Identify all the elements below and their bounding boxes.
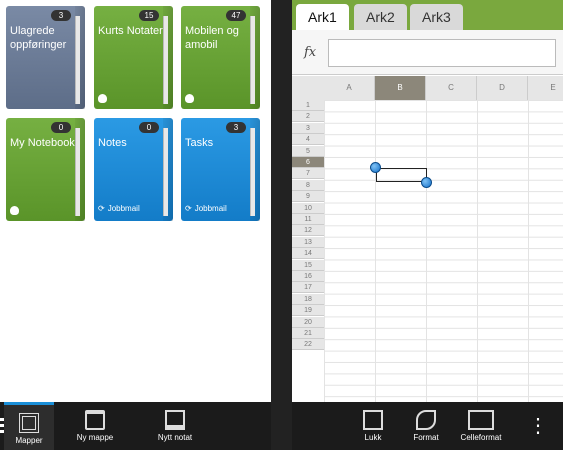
celleformat-button[interactable]: Celleformat [456, 402, 506, 450]
mapper-button[interactable]: Mapper [4, 402, 54, 450]
spreadsheet-screen: Ark1 Ark2 Ark3 fx A B C D E 1 2 3 4 5 6 7 8 9 10 1… [292, 0, 563, 450]
lukk-button[interactable]: Lukk [354, 402, 392, 450]
tab-ark2[interactable]: Ark2 [354, 4, 407, 30]
sync-icon: ⟳ [185, 204, 192, 213]
notes-app-screen: 3 Ulagrede oppføringer 15 Kurts Notater … [0, 0, 271, 450]
cell-format-icon [468, 410, 494, 430]
folder-tasks[interactable]: 3 Tasks ⟳ Jobbmail [181, 118, 260, 221]
row-header[interactable]: 1 [292, 100, 324, 111]
evernote-icon [98, 94, 107, 103]
row-header[interactable]: 12 [292, 225, 324, 237]
folder-my-notebook[interactable]: 0 My Notebook [6, 118, 85, 221]
folder-name: Kurts Notater [98, 25, 163, 37]
new-note-icon [165, 410, 185, 430]
row-header[interactable]: 16 [292, 271, 324, 282]
selection-handle-start[interactable] [370, 162, 381, 173]
folder-kurts-notater[interactable]: 15 Kurts Notater [94, 6, 173, 109]
fx-label: fx [304, 45, 317, 60]
notes-action-bar: Mapper Ny mappe Nytt notat [0, 402, 271, 450]
col-header-c[interactable]: C [426, 76, 477, 100]
format-button[interactable]: Format [407, 402, 445, 450]
folder-name: Ulagrede oppføringer [10, 25, 67, 51]
folder-name: Mobilen og amobil [185, 25, 239, 51]
ny-mappe-button[interactable]: Ny mappe [70, 402, 120, 450]
row-header[interactable]: 5 [292, 145, 324, 157]
cell-area[interactable] [324, 100, 563, 402]
folder-notes[interactable]: 0 Notes ⟳ Jobbmail [94, 118, 173, 221]
row-header[interactable]: 7 [292, 168, 324, 180]
count-badge: 3 [226, 122, 246, 133]
corner-cell [292, 76, 324, 100]
col-header-e[interactable]: E [528, 76, 563, 100]
row-header[interactable]: 8 [292, 179, 324, 191]
evernote-icon [185, 94, 194, 103]
row-header[interactable]: 11 [292, 214, 324, 225]
col-header-b[interactable]: B [375, 76, 426, 100]
count-badge: 15 [139, 10, 159, 21]
row-header[interactable]: 19 [292, 305, 324, 317]
row-header[interactable]: 10 [292, 202, 324, 214]
row-header[interactable]: 3 [292, 122, 324, 134]
close-document-icon [363, 410, 383, 430]
count-badge: 3 [51, 10, 71, 21]
evernote-icon [10, 206, 19, 215]
nytt-notat-button[interactable]: Nytt notat [150, 402, 200, 450]
row-header[interactable]: 22 [292, 339, 324, 351]
more-menu-icon[interactable]: ⋮ [528, 402, 548, 450]
formula-bar: fx [292, 30, 563, 75]
pen-icon [416, 410, 436, 430]
spreadsheet-action-bar: Lukk Format Celleformat ⋮ [292, 402, 563, 450]
count-badge: 47 [226, 10, 246, 21]
new-folder-icon [85, 410, 105, 430]
tab-ark3[interactable]: Ark3 [410, 4, 463, 30]
formula-input[interactable] [328, 39, 556, 67]
row-header[interactable]: 18 [292, 293, 324, 305]
sheet-tabs: Ark1 Ark2 Ark3 [292, 0, 563, 30]
row-header[interactable]: 2 [292, 111, 324, 123]
row-header[interactable]: 21 [292, 328, 324, 339]
row-header[interactable]: 15 [292, 259, 324, 271]
row-header[interactable]: 4 [292, 134, 324, 146]
row-header[interactable]: 6 [292, 157, 324, 168]
row-header[interactable]: 17 [292, 282, 324, 294]
row-header[interactable]: 13 [292, 236, 324, 248]
folder-name: Notes [98, 137, 127, 149]
selected-cell[interactable] [376, 168, 427, 182]
folder-mobilen[interactable]: 47 Mobilen og amobil [181, 6, 260, 109]
sync-source: ⟳ Jobbmail [185, 204, 227, 213]
count-badge: 0 [139, 122, 159, 133]
folder-ulagrede[interactable]: 3 Ulagrede oppføringer [6, 6, 85, 109]
sheet-grid[interactable]: A B C D E 1 2 3 4 5 6 7 8 9 10 11 12 13 14 15 16 17 18 19 2… [292, 76, 563, 402]
sync-icon: ⟳ [98, 204, 105, 213]
row-header[interactable]: 20 [292, 316, 324, 328]
col-header-a[interactable]: A [324, 76, 375, 100]
sync-source: ⟳ Jobbmail [98, 204, 140, 213]
folder-name: My Notebook [10, 137, 75, 149]
selection-handle-end[interactable] [421, 177, 432, 188]
count-badge: 0 [51, 122, 71, 133]
row-header[interactable]: 14 [292, 248, 324, 260]
col-header-d[interactable]: D [477, 76, 528, 100]
tab-ark1[interactable]: Ark1 [296, 4, 349, 30]
row-header[interactable]: 9 [292, 191, 324, 203]
grid-icon [19, 413, 39, 433]
folder-name: Tasks [185, 137, 214, 149]
